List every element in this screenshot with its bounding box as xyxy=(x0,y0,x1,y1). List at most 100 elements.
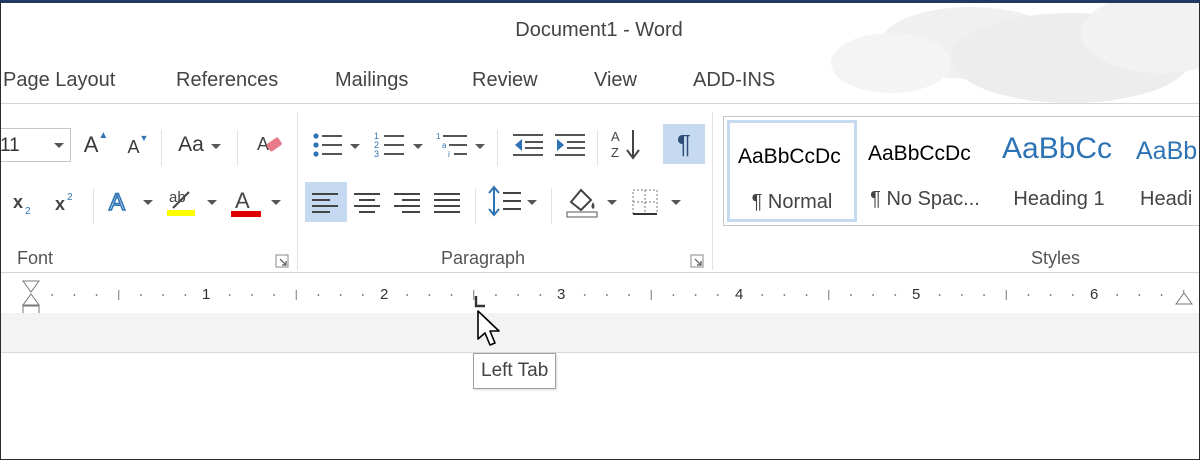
font-color-dropdown-icon[interactable] xyxy=(271,200,281,205)
tab-page-layout[interactable]: Page Layout xyxy=(3,69,115,92)
ruler-number: 4 xyxy=(735,286,744,303)
multilevel-list-icon[interactable]: 1 a i xyxy=(435,130,471,160)
style-normal[interactable]: AaBbCcDc ¶ Normal xyxy=(727,120,857,222)
shrink-font-icon[interactable]: A ▼ xyxy=(123,133,153,160)
separator xyxy=(93,188,94,224)
ruler-tick xyxy=(694,294,697,296)
justify-icon[interactable] xyxy=(431,182,465,222)
style-heading-2[interactable]: AaBb Headi xyxy=(1128,120,1199,222)
font-size-dropdown-icon[interactable] xyxy=(54,143,64,148)
style-heading-1[interactable]: AaBbCc Heading 1 xyxy=(994,120,1124,222)
style-no-spacing[interactable]: AaBbCcDc ¶ No Spac... xyxy=(860,120,990,222)
ruler-tick xyxy=(228,294,231,296)
svg-text:A: A xyxy=(109,189,125,216)
bullets-dropdown-icon[interactable] xyxy=(350,144,360,149)
shading-icon[interactable] xyxy=(565,184,601,220)
ruler-tick xyxy=(51,294,54,296)
font-size-value: 11 xyxy=(0,135,20,156)
change-case-icon[interactable]: Aa xyxy=(171,130,211,160)
ruler-number: 3 xyxy=(557,286,566,303)
paragraph-group-label: Paragraph xyxy=(441,248,526,268)
superscript-icon[interactable]: x 2 xyxy=(53,188,83,218)
highlight-dropdown-icon[interactable] xyxy=(207,200,217,205)
ruler-tick xyxy=(140,294,142,296)
ruler-tick xyxy=(605,294,608,296)
ruler-tick xyxy=(450,294,453,296)
style-preview: AaBbCcDc xyxy=(868,142,971,165)
style-preview: AaBbCcDc xyxy=(738,145,841,168)
svg-text:A: A xyxy=(611,129,620,144)
clear-formatting-icon[interactable]: A xyxy=(255,130,285,160)
increase-indent-icon[interactable] xyxy=(553,130,587,160)
document-area[interactable] xyxy=(1,313,1199,353)
shading-dropdown-icon[interactable] xyxy=(607,200,617,205)
ruler-number: 5 xyxy=(912,286,921,303)
ruler-tick xyxy=(761,294,764,296)
ruler-tick xyxy=(1071,294,1074,296)
center-icon[interactable] xyxy=(351,182,385,222)
ruler-tick xyxy=(361,294,364,296)
right-indent-marker[interactable] xyxy=(1173,291,1195,307)
bullets-icon[interactable] xyxy=(311,130,345,160)
borders-icon[interactable] xyxy=(629,186,663,220)
svg-text:A: A xyxy=(235,188,250,213)
decrease-indent-icon[interactable] xyxy=(511,130,545,160)
tab-view[interactable]: View xyxy=(594,69,637,92)
font-dialog-launcher-icon[interactable] xyxy=(275,254,289,268)
font-color-icon[interactable]: A xyxy=(229,184,265,220)
svg-text:i: i xyxy=(448,150,450,159)
font-size-combobox[interactable]: 11 xyxy=(0,128,71,162)
word-window: Document1 - Word Page Layout References … xyxy=(0,0,1200,460)
subscript-icon[interactable]: x 2 xyxy=(11,188,41,218)
line-spacing-dropdown-icon[interactable] xyxy=(527,200,537,205)
change-case-dropdown-icon[interactable] xyxy=(211,144,221,149)
styles-gallery: AaBbCcDc ¶ Normal AaBbCcDc ¶ No Spac... … xyxy=(723,116,1199,226)
paragraph-dialog-launcher-icon[interactable] xyxy=(690,254,704,268)
ribbon-tabs: Page Layout References Mailings Review V… xyxy=(1,61,1199,101)
ribbon: 11 A ▲ A ▼ Aa A x 2 x 2 A ab A Font 1 2 … xyxy=(0,103,1199,273)
font-group-label: Font xyxy=(17,248,54,268)
tab-add-ins[interactable]: ADD-INS xyxy=(693,69,775,92)
tab-references[interactable]: References xyxy=(176,69,278,92)
ruler-tick xyxy=(428,294,431,296)
line-spacing-icon[interactable] xyxy=(487,184,523,220)
ruler-tick xyxy=(960,294,963,296)
ruler-tick xyxy=(783,294,786,296)
borders-dropdown-icon[interactable] xyxy=(671,200,681,205)
sort-icon[interactable]: A Z xyxy=(609,126,643,162)
style-name: ¶ Normal xyxy=(751,191,833,213)
svg-text:x: x xyxy=(13,192,23,212)
numbering-dropdown-icon[interactable] xyxy=(413,144,423,149)
grow-font-icon[interactable]: A ▲ xyxy=(81,130,111,160)
ruler-tick xyxy=(583,294,586,296)
tab-mailings[interactable]: Mailings xyxy=(335,69,408,92)
separator xyxy=(475,188,476,224)
style-name: Headi xyxy=(1140,188,1193,210)
style-preview: AaBb xyxy=(1136,137,1198,165)
numbering-icon[interactable]: 1 2 3 xyxy=(373,130,407,160)
ruler-tick xyxy=(938,294,941,296)
ruler-tick xyxy=(894,294,897,296)
ruler-tick xyxy=(1027,294,1030,296)
ruler-tick xyxy=(517,294,520,296)
left-tab-stop-icon[interactable] xyxy=(473,295,487,309)
highlight-icon[interactable]: ab xyxy=(165,184,201,220)
align-right-icon[interactable] xyxy=(391,182,425,222)
text-effects-icon[interactable]: A xyxy=(105,186,137,218)
svg-text:x: x xyxy=(55,194,65,214)
ruler-tick xyxy=(872,294,875,296)
show-hide-icon[interactable]: ¶ xyxy=(663,124,705,164)
text-effects-dropdown-icon[interactable] xyxy=(143,200,153,205)
tab-review[interactable]: Review xyxy=(472,69,538,92)
ruler-tick xyxy=(1049,294,1052,296)
style-preview: AaBbCc xyxy=(1002,132,1113,165)
align-left-icon[interactable] xyxy=(305,182,347,222)
ruler-tick xyxy=(162,294,165,296)
horizontal-ruler[interactable]: 1 2 3 4 5 6 xyxy=(1,279,1199,311)
mouse-pointer-icon xyxy=(477,310,500,346)
multilevel-dropdown-icon[interactable] xyxy=(475,144,485,149)
ruler-tick xyxy=(983,294,985,296)
group-separator xyxy=(712,112,713,270)
tooltip: Left Tab xyxy=(473,353,557,389)
ruler-tick xyxy=(672,294,675,296)
